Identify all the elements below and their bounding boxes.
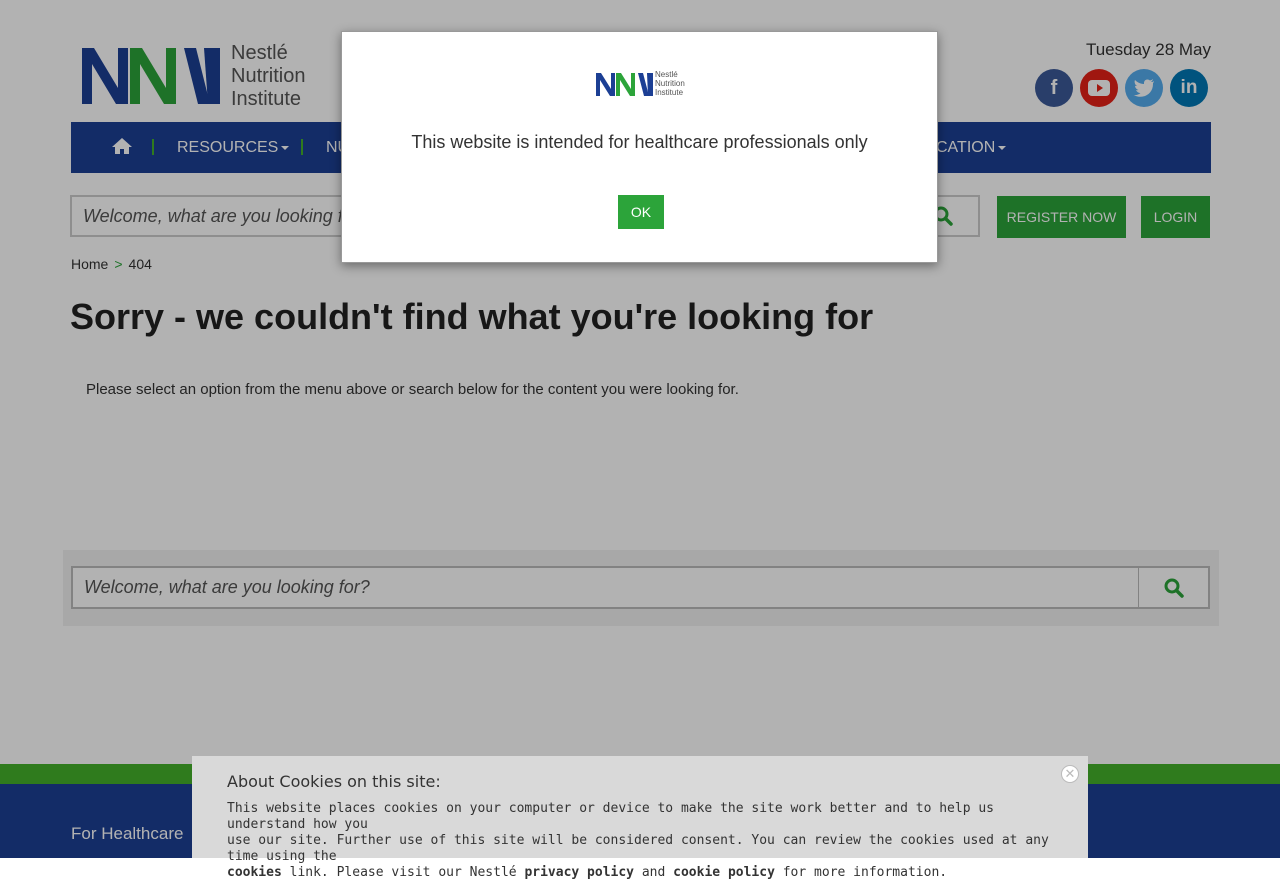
cookie-text-line: use our site. Further use of this site w… xyxy=(227,833,1049,864)
cookie-banner-title: About Cookies on this site: xyxy=(227,772,441,791)
hcp-modal: Nestlé Nutrition Institute This website … xyxy=(341,31,938,263)
ok-button[interactable]: OK xyxy=(618,195,664,229)
modal-logo-text: Nutrition xyxy=(655,79,685,88)
cookie-text-line: cookies link. Please visit our Nestlé pr… xyxy=(227,865,1067,881)
modal-logo-text: Nestlé xyxy=(655,70,678,79)
cookies-link[interactable]: cookies xyxy=(227,865,282,880)
cookie-banner: About Cookies on this site: ✕ This websi… xyxy=(192,756,1088,880)
cookie-banner-body: This website places cookies on your comp… xyxy=(227,801,1067,881)
privacy-policy-link[interactable]: privacy policy xyxy=(524,865,634,880)
cookie-text-line: This website places cookies on your comp… xyxy=(227,801,995,832)
cookie-text: and xyxy=(641,865,666,880)
modal-message: This website is intended for healthcare … xyxy=(411,132,868,152)
cookie-text: link. Please visit our Nestlé xyxy=(289,865,517,880)
modal-logo: Nestlé Nutrition Institute xyxy=(595,70,687,103)
page: Nestlé Nutrition Institute Tuesday 28 Ma… xyxy=(0,0,1280,880)
cookie-policy-link[interactable]: cookie policy xyxy=(673,865,775,880)
cookie-text: for more information. xyxy=(782,865,948,880)
modal-logo-text: Institute xyxy=(655,88,684,97)
close-icon[interactable]: ✕ xyxy=(1061,765,1079,783)
